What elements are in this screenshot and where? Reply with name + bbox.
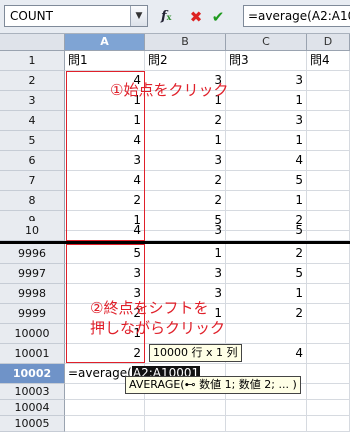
table-cell[interactable]: 3	[65, 264, 145, 284]
row-header[interactable]: 10001	[0, 344, 65, 364]
column-header-a[interactable]: A	[65, 34, 145, 51]
table-cell[interactable]: 2	[226, 304, 307, 324]
column-header-c[interactable]: C	[226, 34, 307, 51]
table-cell[interactable]: 5	[226, 171, 307, 191]
table-cell[interactable]: 3	[145, 151, 226, 171]
table-cell[interactable]	[307, 151, 350, 171]
table-cell[interactable]: 4	[65, 171, 145, 191]
table-cell[interactable]	[145, 400, 226, 416]
table-cell[interactable]	[307, 244, 350, 264]
row-header[interactable]: 1	[0, 51, 65, 71]
row-header[interactable]: 9998	[0, 284, 65, 304]
table-cell[interactable]	[226, 324, 307, 344]
table-cell[interactable]: 問4	[307, 51, 350, 71]
row-header[interactable]: 10003	[0, 384, 65, 400]
annotation-end-point-line1: ②終点をシフトを	[90, 299, 209, 317]
table-cell[interactable]: 5	[226, 221, 307, 241]
table-cell[interactable]	[145, 416, 226, 432]
row-header[interactable]: 4	[0, 111, 65, 131]
formula-bar: COUNT ▼ fx ✖ ✔ =average(A2:A10001	[0, 0, 350, 34]
row-header[interactable]: 10	[0, 221, 65, 241]
table-cell[interactable]	[65, 400, 145, 416]
table-cell[interactable]: 1	[226, 131, 307, 151]
table-cell[interactable]: 5	[65, 244, 145, 264]
row-header[interactable]: 9997	[0, 264, 65, 284]
table-cell[interactable]: 3	[145, 221, 226, 241]
cancel-icon[interactable]: ✖	[187, 7, 205, 27]
row-header-active[interactable]: 10002	[0, 364, 65, 384]
table-cell[interactable]	[307, 111, 350, 131]
table-cell[interactable]: 2	[226, 244, 307, 264]
table-cell[interactable]: 問2	[145, 51, 226, 71]
table-cell[interactable]: 1	[65, 111, 145, 131]
annotation-start-point: ①始点をクリック	[110, 81, 229, 99]
table-cell[interactable]	[307, 384, 350, 400]
row-header[interactable]: 9996	[0, 244, 65, 264]
table-cell[interactable]: 4	[65, 221, 145, 241]
table-cell[interactable]	[307, 284, 350, 304]
table-cell[interactable]: 2	[65, 344, 145, 364]
formula-input[interactable]: =average(A2:A10001	[243, 5, 350, 27]
column-header-d[interactable]: D	[307, 34, 350, 51]
editing-cell-prefix: =average(	[68, 366, 132, 380]
table-cell[interactable]: 2	[145, 171, 226, 191]
table-cell[interactable]: 1	[145, 244, 226, 264]
table-cell[interactable]: 2	[65, 191, 145, 211]
table-cell[interactable]	[307, 91, 350, 111]
table-cell[interactable]	[226, 400, 307, 416]
table-cell[interactable]: 3	[226, 71, 307, 91]
function-hint-tooltip: AVERAGE(⊷ 数値 1; 数値 2; ... )	[125, 376, 301, 394]
table-cell[interactable]: 2	[145, 111, 226, 131]
table-cell[interactable]	[65, 416, 145, 432]
table-cell[interactable]: 問1	[65, 51, 145, 71]
row-header[interactable]: 5	[0, 131, 65, 151]
row-header[interactable]: 10004	[0, 400, 65, 416]
row-header[interactable]: 6	[0, 151, 65, 171]
row-header[interactable]: 7	[0, 171, 65, 191]
table-cell[interactable]	[307, 191, 350, 211]
table-cell[interactable]: 4	[226, 151, 307, 171]
table-cell[interactable]	[226, 416, 307, 432]
table-cell[interactable]	[307, 344, 350, 364]
annotation-end-point-line2: 押しながらクリック	[90, 319, 226, 337]
function-wizard-icon[interactable]: fx	[161, 7, 181, 27]
table-cell[interactable]: 3	[145, 264, 226, 284]
table-cell[interactable]: 4	[65, 131, 145, 151]
table-cell[interactable]	[307, 400, 350, 416]
table-cell[interactable]: 1	[145, 131, 226, 151]
table-cell[interactable]: 5	[226, 264, 307, 284]
table-cell[interactable]	[307, 264, 350, 284]
selection-size-tooltip: 10000 行 x 1 列	[149, 344, 242, 362]
table-cell[interactable]	[307, 324, 350, 344]
row-header[interactable]: 8	[0, 191, 65, 211]
table-cell[interactable]	[307, 364, 350, 384]
row-header[interactable]: 3	[0, 91, 65, 111]
row-header[interactable]: 10000	[0, 324, 65, 344]
table-cell[interactable]: 1	[226, 191, 307, 211]
name-box-value: COUNT	[10, 9, 53, 23]
row-header[interactable]: 2	[0, 71, 65, 91]
column-header-b[interactable]: B	[145, 34, 226, 51]
table-cell[interactable]: 1	[226, 284, 307, 304]
table-cell[interactable]	[307, 71, 350, 91]
table-cell[interactable]	[307, 304, 350, 324]
row-header[interactable]: 10005	[0, 416, 65, 432]
table-cell[interactable]: 3	[226, 111, 307, 131]
table-cell[interactable]: 3	[65, 151, 145, 171]
table-cell[interactable]: 2	[145, 191, 226, 211]
table-cell[interactable]: 問3	[226, 51, 307, 71]
table-cell[interactable]: 1	[226, 91, 307, 111]
select-all-corner[interactable]	[0, 34, 65, 51]
row-header[interactable]: 9999	[0, 304, 65, 324]
table-cell[interactable]	[307, 416, 350, 432]
table-cell[interactable]	[307, 221, 350, 241]
table-cell[interactable]	[307, 131, 350, 151]
table-cell[interactable]	[307, 171, 350, 191]
chevron-down-icon[interactable]: ▼	[130, 6, 147, 26]
accept-icon[interactable]: ✔	[209, 7, 227, 27]
name-box[interactable]: COUNT ▼	[4, 5, 148, 27]
